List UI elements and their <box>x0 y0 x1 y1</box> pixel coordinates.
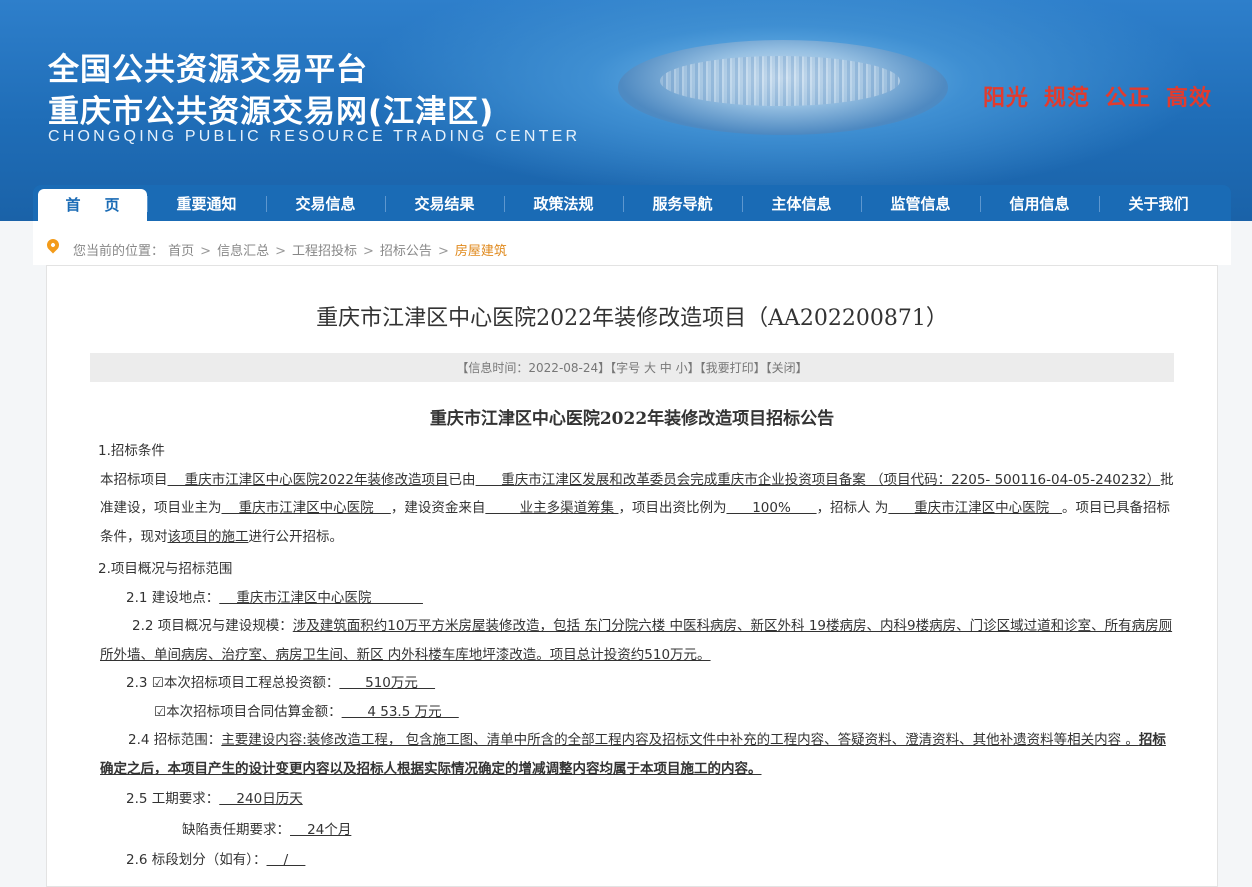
nav-item-credit-info[interactable]: 信用信息 <box>980 185 1099 221</box>
fund-source: 业主多渠道筹集 <box>485 500 619 516</box>
item-label: 2.3 ☑本次招标项目工程总投资额： <box>126 675 340 691</box>
item-2-6: 2.6 标段划分（如有）： / <box>90 846 1174 875</box>
item-2-5b: 缺陷责任期要求： 24个月 <box>90 816 1174 845</box>
city-buildings-image <box>660 56 900 106</box>
platform-title: 全国公共资源交易平台 <box>48 52 368 88</box>
nav-item-supervision[interactable]: 监管信息 <box>861 185 980 221</box>
article-panel: 重庆市江津区中心医院2022年装修改造项目（AA202200871） 【信息时间… <box>46 265 1218 887</box>
breadcrumb-item-summary[interactable]: 信息汇总 <box>217 244 269 259</box>
nav-item-trade-results[interactable]: 交易结果 <box>385 185 504 221</box>
project-owner: 重庆市江津区中心医院 <box>221 500 391 516</box>
notice-title: 重庆市江津区中心医院2022年装修改造项目招标公告 <box>429 409 835 429</box>
breadcrumb: 您当前的位置： 首页 > 信息汇总 > 工程招投标 > 招标公告 > 房屋建筑 <box>33 221 1231 265</box>
item-2-5: 2.5 工期要求： 240日历天 <box>90 785 1174 814</box>
nav-item-trade-info[interactable]: 交易信息 <box>266 185 385 221</box>
notice-body: 1.招标条件 本招标项目 重庆市江津区中心医院2022年装修改造项目已由 重庆市… <box>90 437 1174 875</box>
construction-period: 240日历天 <box>219 791 303 807</box>
item-2-2: 2.2 项目概况与建设规模：涉及建筑面积约10万平方米房屋装修改造，包括 东门分… <box>90 612 1174 669</box>
chevron-right-icon: > <box>200 244 212 259</box>
item-label: 2.5 工期要求： <box>126 791 220 807</box>
item-2-1: 2.1 建设地点： 重庆市江津区中心医院 <box>90 584 1174 613</box>
contract-estimate: 4 53.5 万元 <box>341 703 459 720</box>
approval-authority: 重庆市江津区发展和改革委员会 <box>475 471 691 488</box>
chevron-right-icon: > <box>275 244 286 259</box>
chevron-right-icon: > <box>437 244 449 259</box>
lot-division: / <box>266 852 306 868</box>
project-name: 重庆市江津区中心医院2022年装修改造项目 <box>167 471 449 488</box>
site-title-english: CHONGQING PUBLIC RESOURCE TRADING CENTER <box>48 128 581 145</box>
breadcrumb-item-home[interactable]: 首页 <box>168 244 194 259</box>
chevron-right-icon: > <box>363 244 374 259</box>
breadcrumb-item-engineering[interactable]: 工程招投标 <box>292 244 357 259</box>
text: 完成重庆市企业投资项目备案 （项目代码： <box>690 471 952 488</box>
location-pin-icon <box>44 236 62 254</box>
breadcrumb-item-current[interactable]: 房屋建筑 <box>455 244 507 259</box>
total-investment: 510万元 <box>339 675 436 691</box>
text: ，项目出资比例为 <box>618 500 727 516</box>
slogan: 阳光 规范 公正 高效 <box>983 80 1227 112</box>
nav-item-entity-info[interactable]: 主体信息 <box>742 185 861 221</box>
text: ，招标人 为 <box>816 500 889 516</box>
item-label: 2.6 标段划分（如有）： <box>126 852 267 868</box>
project-code: 2205- 500116-04-05-240232） <box>951 471 1161 488</box>
item-label: 2.2 项目概况与建设规模： <box>132 618 293 634</box>
item-label: 缺陷责任期要求： <box>182 821 290 838</box>
item-2-4: 2.4 招标范围：主要建设内容:装修改造工程， 包含施工图、清单中所含的全部工程… <box>90 726 1174 783</box>
article-title: 重庆市江津区中心医院2022年装修改造项目（AA202200871） <box>316 306 948 331</box>
tender-subject: 该项目的施工 <box>167 528 249 545</box>
text: 已由 <box>448 471 476 488</box>
funding-ratio: 100% <box>726 500 817 516</box>
nav-item-notices[interactable]: 重要通知 <box>147 185 266 221</box>
nav-item-about[interactable]: 关于我们 <box>1099 185 1218 221</box>
section-1-paragraph: 本招标项目 重庆市江津区中心医院2022年装修改造项目已由 重庆市江津区发展和改… <box>90 466 1174 552</box>
slogan-item: 高效 <box>1166 86 1213 111</box>
tender-scope: 主要建设内容:装修改造工程， 包含施工图、清单中所含的全部工程内容及招标文件中补… <box>221 732 1139 748</box>
tenderer: 重庆市江津区中心医院 <box>888 500 1062 516</box>
breadcrumb-item-tender-notice[interactable]: 招标公告 <box>380 244 432 259</box>
item-label: 2.4 招标范围： <box>128 732 222 748</box>
slogan-item: 阳光 <box>983 86 1030 111</box>
construction-site: 重庆市江津区中心医院 <box>219 589 423 606</box>
slogan-item: 规范 <box>1044 86 1091 111</box>
nav-item-home[interactable]: 首页 <box>38 189 147 221</box>
nav-item-policies[interactable]: 政策法规 <box>504 185 623 221</box>
slogan-item: 公正 <box>1105 86 1152 111</box>
item-2-3: 2.3 ☑本次招标项目工程总投资额： 510万元 <box>90 669 1174 698</box>
item-label: ☑本次招标项目合同估算金额： <box>154 703 342 720</box>
section-1-heading: 1.招标条件 <box>98 443 165 459</box>
breadcrumb-prefix: 您当前的位置： <box>73 244 165 259</box>
site-title: 重庆市公共资源交易网(江津区) <box>48 94 495 130</box>
text: ，建设资金来自 <box>390 500 486 516</box>
text: 进行公开招标。 <box>248 528 344 545</box>
defect-liability-period: 24个月 <box>290 821 352 838</box>
section-2-heading: 2.项目概况与招标范围 <box>98 561 233 577</box>
item-label: 2.1 建设地点： <box>126 589 220 606</box>
nav-item-service-guide[interactable]: 服务导航 <box>623 185 742 221</box>
article-info-bar[interactable]: 【信息时间：2022-08-24】【字号 大 中 小】【我要打印】【关闭】 <box>90 353 1174 382</box>
main-nav: 首页 重要通知 交易信息 交易结果 政策法规 服务导航 主体信息 监管信息 信用… <box>33 185 1231 221</box>
text: 本招标项目 <box>100 471 168 488</box>
item-2-3b: ☑本次招标项目合同估算金额： 4 53.5 万元 <box>90 698 1174 727</box>
